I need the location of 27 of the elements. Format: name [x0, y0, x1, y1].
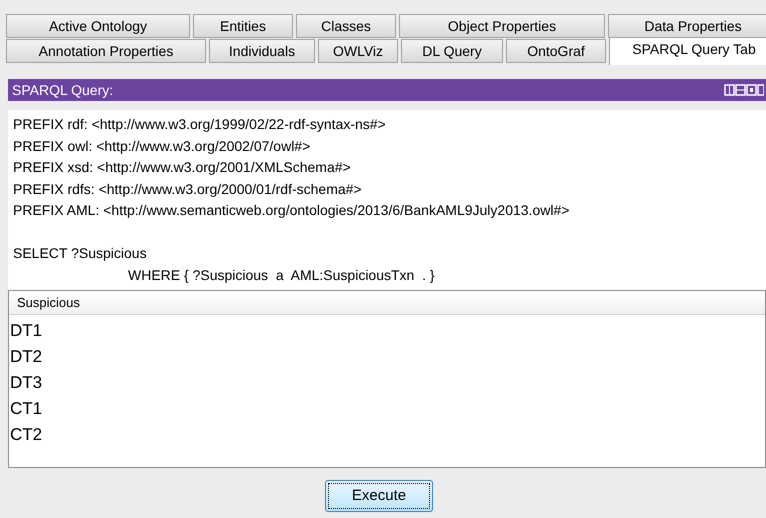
result-cell-text: CT1: [9, 398, 42, 420]
query-line: PREFIX owl: <http://www.w3.org/2002/07/owl#>: [13, 136, 310, 156]
query-line: PREFIX rdf: <http://www.w3.org/1999/02/22-rdf-syntax-ns#>: [13, 115, 386, 134]
panel-title: SPARQL Query:: [12, 80, 114, 100]
tab[interactable]: Classes: [296, 14, 396, 38]
tab[interactable]: OntoGraf: [506, 39, 606, 63]
view-controls-icon[interactable]: [724, 84, 764, 96]
tab[interactable]: Data Properties: [608, 14, 766, 38]
query-line: PREFIX AML: <http://www.semanticweb.org/ontologies/2013/6/BankAML9July2013.owl#>: [13, 201, 570, 220]
tab[interactable]: DL Query: [401, 39, 503, 63]
tab[interactable]: SPARQL Query Tab: [609, 37, 766, 65]
result-cell-text: DT2: [9, 346, 42, 368]
result-cell-text: CT2: [9, 424, 42, 446]
query-line: PREFIX rdfs: <http://www.w3.org/2000/01/rdf-schema#>: [13, 180, 362, 199]
query-line: WHERE { ?Suspicious a AML:SuspiciousTxn . }: [128, 266, 435, 285]
result-cell-text: DT1: [9, 320, 42, 342]
tab[interactable]: Individuals: [209, 39, 315, 63]
query-editor[interactable]: [8, 110, 766, 290]
execute-button[interactable]: Execute: [325, 480, 433, 512]
tab[interactable]: OWLViz: [318, 39, 398, 63]
query-line: PREFIX xsd: <http://www.w3.org/2001/XMLSchema#>: [13, 158, 351, 177]
tab[interactable]: Annotation Properties: [6, 39, 206, 63]
tab[interactable]: Object Properties: [399, 14, 605, 38]
query-line: SELECT ?Suspicious: [13, 244, 147, 263]
tab[interactable]: Active Ontology: [6, 14, 190, 38]
result-cell-text: DT3: [9, 372, 42, 394]
tab[interactable]: Entities: [193, 14, 293, 38]
